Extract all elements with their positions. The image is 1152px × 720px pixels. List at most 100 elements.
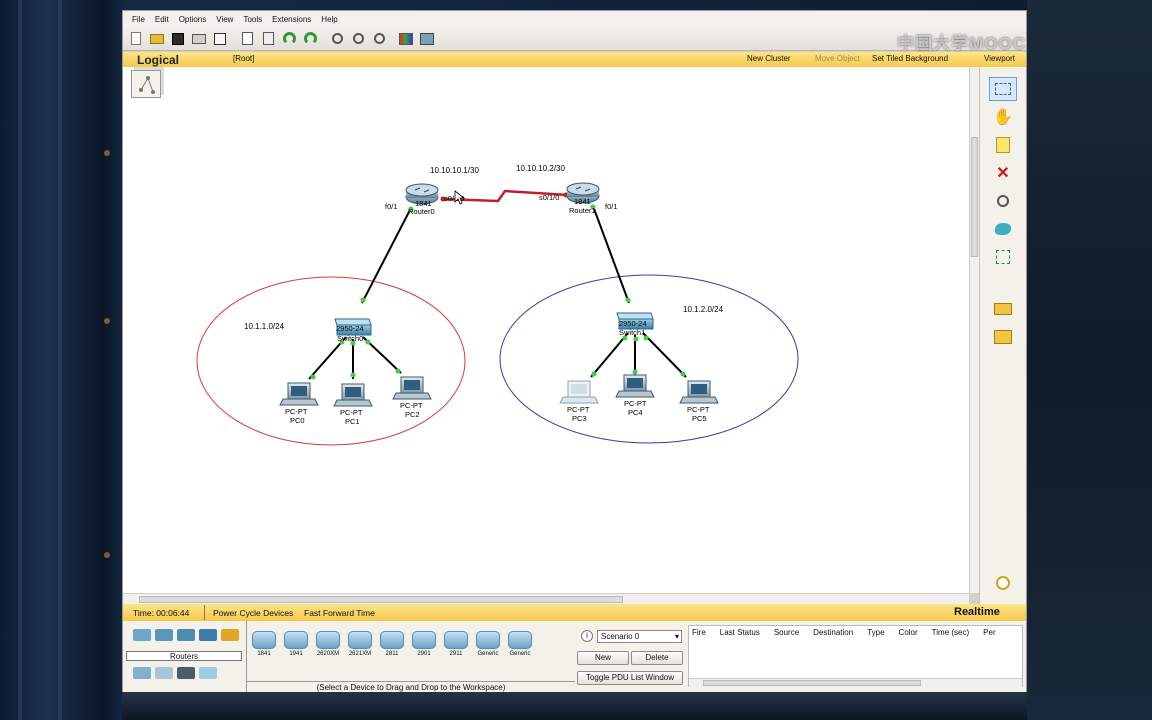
device-model-1841[interactable]: 1841	[249, 631, 279, 657]
background-stripe	[58, 0, 62, 720]
device-model-1941[interactable]: 1941	[281, 631, 311, 657]
pdu-column-color[interactable]: Color	[899, 628, 918, 637]
custom-devices-category-icon[interactable]	[177, 667, 195, 679]
clock-icon	[996, 576, 1010, 590]
device-model-2811[interactable]: 2811	[377, 631, 407, 657]
menu-file[interactable]: File	[127, 15, 150, 24]
wireless-category-icon[interactable]	[199, 629, 217, 641]
power-cycle-devices-button[interactable]: Power Cycle Devices	[213, 608, 293, 618]
resize-shape-tool-button[interactable]	[989, 245, 1017, 269]
new-scenario-button[interactable]: New	[577, 651, 629, 665]
logical-title[interactable]: Logical	[137, 52, 179, 68]
switches-category-icon[interactable]	[155, 629, 173, 641]
workspace-horizontal-scrollbar[interactable]	[123, 593, 969, 604]
zoom-in-button[interactable]	[328, 30, 346, 48]
copy-button[interactable]	[238, 30, 256, 48]
pdu-column-source[interactable]: Source	[774, 628, 799, 637]
pdu-column-type[interactable]: Type	[867, 628, 884, 637]
device-model-2620xm[interactable]: 2620XM	[313, 631, 343, 657]
select-tool-button[interactable]	[989, 77, 1017, 101]
ethernet-link[interactable]	[361, 207, 412, 304]
multiuser-category-icon[interactable]	[199, 667, 217, 679]
info-icon: i	[581, 630, 593, 642]
device-model-generic-2[interactable]: Generic	[505, 631, 535, 657]
device-dialog-icon	[420, 32, 434, 45]
fast-forward-time-button[interactable]: Fast Forward Time	[304, 608, 375, 618]
add-simple-pdu-button[interactable]	[989, 297, 1017, 321]
port-light	[591, 371, 597, 377]
pc5-device[interactable]	[679, 380, 719, 404]
pc1-device[interactable]	[333, 383, 373, 407]
menu-help[interactable]: Help	[316, 15, 342, 24]
print-button[interactable]	[190, 30, 208, 48]
scenario-select-value: Scenario 0	[601, 632, 640, 641]
save-button[interactable]	[169, 30, 187, 48]
pdu-column-periodic[interactable]: Per	[983, 628, 995, 637]
zoom-reset-button[interactable]	[349, 30, 367, 48]
pdu-column-destination[interactable]: Destination	[813, 628, 853, 637]
place-note-tool-button[interactable]	[989, 133, 1017, 157]
ethernet-link[interactable]	[590, 332, 629, 378]
background-light	[104, 552, 110, 558]
redo-button[interactable]	[301, 30, 319, 48]
scenario-select[interactable]: Scenario 0 ▾	[597, 630, 682, 643]
port-light	[633, 336, 639, 342]
ethernet-link[interactable]	[592, 205, 630, 304]
open-file-button[interactable]	[148, 30, 166, 48]
device-model-2621xm[interactable]: 2621XM	[345, 631, 375, 657]
device-model-generic[interactable]: Generic	[473, 631, 503, 657]
realtime-mode-label[interactable]: Realtime	[954, 606, 1000, 618]
move-layout-tool-button[interactable]: ✋	[989, 105, 1017, 129]
move-object-button[interactable]: Move Object	[815, 54, 860, 63]
connections-category-icon[interactable]	[221, 629, 239, 641]
device-model-2911[interactable]: 2911	[441, 631, 471, 657]
menu-view[interactable]: View	[211, 15, 238, 24]
realtime-mode-button[interactable]	[989, 571, 1017, 595]
activity-wizard-button[interactable]	[211, 30, 229, 48]
pc3-device[interactable]	[559, 380, 599, 404]
workspace-vertical-scrollbar[interactable]	[969, 67, 979, 593]
end-devices-category-icon[interactable]	[133, 667, 151, 679]
paste-button[interactable]	[259, 30, 277, 48]
pdu-column-time[interactable]: Time (sec)	[932, 628, 969, 637]
menu-tools[interactable]: Tools	[238, 15, 267, 24]
new-cluster-button[interactable]: New Cluster	[747, 54, 791, 63]
palette-button[interactable]	[397, 30, 415, 48]
pdu-horizontal-scrollbar[interactable]	[689, 678, 1022, 687]
main-toolbar: 中国大学MOOC	[123, 27, 1026, 53]
menu-options[interactable]: Options	[174, 15, 212, 24]
set-tiled-background-button[interactable]: Set Tiled Background	[872, 54, 948, 63]
ethernet-link[interactable]	[642, 332, 687, 378]
zoom-out-button[interactable]	[370, 30, 388, 48]
inspect-tool-button[interactable]	[989, 189, 1017, 213]
pc4-device[interactable]	[615, 374, 655, 398]
delete-tool-button[interactable]: ✕	[989, 161, 1017, 185]
device-model-2901[interactable]: 2901	[409, 631, 439, 657]
delete-scenario-button[interactable]: Delete	[631, 651, 683, 665]
routers-category-icon[interactable]	[133, 629, 151, 641]
port-light	[625, 297, 631, 303]
hubs-category-icon[interactable]	[177, 629, 195, 641]
logical-workspace[interactable]: 10.10.10.1/30 10.10.10.2/30 1841 Router0…	[123, 67, 969, 593]
draw-shape-tool-button[interactable]	[989, 217, 1017, 241]
toggle-pdu-list-button[interactable]: Toggle PDU List Window	[577, 671, 683, 685]
wan-emulation-category-icon[interactable]	[155, 667, 173, 679]
switch0-name: Switch0	[337, 334, 363, 343]
pc3-name: PC3	[572, 414, 587, 423]
menu-extensions[interactable]: Extensions	[267, 15, 316, 24]
root-breadcrumb[interactable]: [Root]	[233, 54, 254, 63]
switch1-model: 2950-24	[619, 319, 647, 328]
add-complex-pdu-button[interactable]	[989, 325, 1017, 349]
pc0-device[interactable]	[279, 382, 319, 406]
viewport-button[interactable]: Viewport	[984, 54, 1015, 63]
undo-button[interactable]	[280, 30, 298, 48]
scenario-info-button[interactable]: i	[578, 629, 596, 643]
router1-model: 1841	[574, 197, 591, 206]
new-file-button[interactable]	[127, 30, 145, 48]
switch1-name: Switch1	[619, 328, 645, 337]
pdu-column-last-status[interactable]: Last Status	[720, 628, 760, 637]
menu-edit[interactable]: Edit	[150, 15, 174, 24]
custom-device-button[interactable]	[418, 30, 436, 48]
pc2-device[interactable]	[392, 376, 432, 400]
pdu-column-fire[interactable]: Fire	[692, 628, 706, 637]
